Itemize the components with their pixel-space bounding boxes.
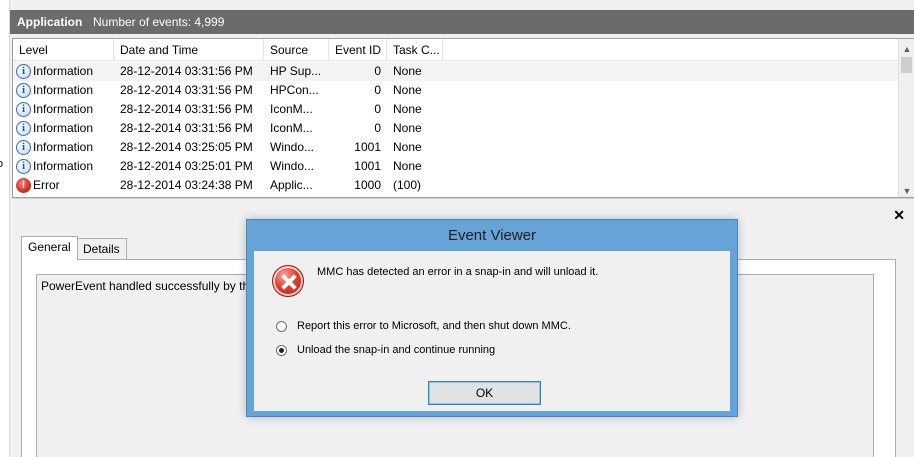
cell-date: 28-12-2014 03:25:05 PM — [120, 140, 253, 154]
cell-event-id: 0 — [374, 102, 381, 116]
cell-level: i Information — [13, 138, 114, 157]
column-header-task-category[interactable]: Task C... — [387, 39, 443, 61]
event-rows: i Information 28-12-2014 03:31:56 PM HP Sup… — [13, 62, 899, 195]
info-icon: i — [16, 64, 31, 79]
level-text: Information — [33, 121, 94, 135]
event-list[interactable]: Level Date and Time Source Event ID Task… — [12, 38, 914, 198]
info-icon: i — [16, 140, 31, 155]
table-row[interactable]: i Information 28-12-2014 03:31:56 PM HPCon.… — [13, 81, 899, 100]
cell-event-id: 1001 — [354, 159, 381, 173]
event-count: Number of events: 4,999 — [93, 15, 225, 29]
cell-event-id: 0 — [374, 83, 381, 97]
table-row[interactable]: i Information 28-12-2014 03:31:56 PM HP Sup… — [13, 62, 899, 81]
close-icon[interactable]: ✕ — [893, 207, 905, 224]
scroll-thumb[interactable] — [901, 57, 912, 73]
cell-task-category: None — [393, 102, 422, 116]
log-header-bar: Application Number of events: 4,999 — [10, 10, 914, 34]
table-row[interactable]: i Information 28-12-2014 03:25:05 PM Windo.… — [13, 138, 899, 157]
info-icon: i — [16, 121, 31, 136]
level-text: Information — [33, 64, 94, 78]
pane-splitter[interactable] — [12, 198, 914, 205]
info-icon: i — [16, 159, 31, 174]
scroll-up-icon[interactable]: ▲ — [899, 41, 914, 57]
cell-task-category: None — [393, 140, 422, 154]
radio-report-error[interactable] — [276, 320, 287, 332]
cell-event-id: 1001 — [354, 140, 381, 154]
cell-task-category: None — [393, 83, 422, 97]
level-text: Error — [33, 178, 60, 192]
scroll-down-icon[interactable]: ▼ — [899, 183, 914, 197]
cell-date: 28-12-2014 03:25:01 PM — [120, 159, 253, 173]
cell-source: Applic... — [270, 178, 313, 192]
level-text: Information — [33, 102, 94, 116]
cell-level: i Information — [13, 119, 114, 138]
tab-details[interactable]: Details — [76, 238, 127, 260]
error-icon — [272, 265, 304, 297]
cell-date: 28-12-2014 03:31:56 PM — [120, 102, 253, 116]
dialog-message: MMC has detected an error in a snap-in a… — [317, 266, 599, 278]
column-header-source[interactable]: Source — [264, 39, 329, 61]
column-header-date[interactable]: Date and Time — [114, 39, 264, 61]
cell-source: IconM... — [270, 102, 313, 116]
column-header-row: Level Date and Time Source Event ID Task… — [13, 39, 899, 61]
level-text: Information — [33, 140, 94, 154]
table-row[interactable]: i Information 28-12-2014 03:31:56 PM IconM.… — [13, 100, 899, 119]
tab-general[interactable]: General — [21, 236, 78, 260]
cell-source: IconM... — [270, 121, 313, 135]
table-row[interactable]: ! Error 28-12-2014 03:24:38 PM Applic... 100… — [13, 176, 899, 195]
cell-source: HPCon... — [270, 83, 319, 97]
error-icon: ! — [16, 178, 31, 193]
cell-source: Windo... — [270, 159, 315, 173]
cell-event-id: 0 — [374, 121, 381, 135]
dialog-title: Event Viewer — [447, 227, 537, 244]
cell-level: i Information — [13, 62, 114, 81]
cell-date: 28-12-2014 03:24:38 PM — [120, 178, 253, 192]
info-icon: i — [16, 102, 31, 117]
cell-source: Windo... — [270, 140, 315, 154]
cell-task-category: None — [393, 121, 422, 135]
cell-task-category: None — [393, 159, 422, 173]
event-list-scrollbar[interactable]: ▲ ▼ — [898, 39, 914, 197]
option-unload-snapin-label: Unload the snap-in and continue running — [297, 344, 496, 356]
cell-level: i Information — [13, 81, 114, 100]
ok-button[interactable]: OK — [428, 381, 541, 405]
error-dialog: Event Viewer MMC has detected an error i… — [246, 219, 738, 417]
cell-date: 28-12-2014 03:31:56 PM — [120, 83, 253, 97]
info-icon: i — [16, 83, 31, 98]
table-row[interactable]: i Information 28-12-2014 03:25:01 PM Windo.… — [13, 157, 899, 176]
cell-level: i Information — [13, 100, 114, 119]
column-header-level[interactable]: Level — [13, 39, 114, 61]
cell-event-id: 1000 — [354, 178, 381, 192]
left-panel-text-fragment: o — [0, 158, 4, 170]
radio-unload-snapin[interactable] — [276, 344, 287, 356]
cell-date: 28-12-2014 03:31:56 PM — [120, 64, 253, 78]
table-row[interactable]: i Information 28-12-2014 03:31:56 PM IconM.… — [13, 119, 899, 138]
option-report-error-label: Report this error to Microsoft, and then… — [297, 320, 571, 332]
cell-level: ! Error — [13, 176, 114, 195]
left-edge-panel: o — [0, 0, 10, 457]
option-unload-snapin[interactable]: Unload the snap-in and continue running — [276, 344, 495, 356]
cell-date: 28-12-2014 03:31:56 PM — [120, 121, 253, 135]
column-header-event-id[interactable]: Event ID — [329, 39, 387, 61]
cell-task-category: None — [393, 64, 422, 78]
cell-source: HP Sup... — [270, 64, 322, 78]
event-description: PowerEvent handled successfully by the — [41, 279, 256, 293]
cell-task-category: (100) — [393, 178, 422, 192]
level-text: Information — [33, 83, 94, 97]
log-title: Application — [17, 15, 83, 29]
option-report-error[interactable]: Report this error to Microsoft, and then… — [276, 320, 571, 332]
dialog-body: MMC has detected an error in a snap-in a… — [254, 251, 730, 411]
cell-event-id: 0 — [374, 64, 381, 78]
level-text: Information — [33, 159, 94, 173]
cell-level: i Information — [13, 157, 114, 176]
